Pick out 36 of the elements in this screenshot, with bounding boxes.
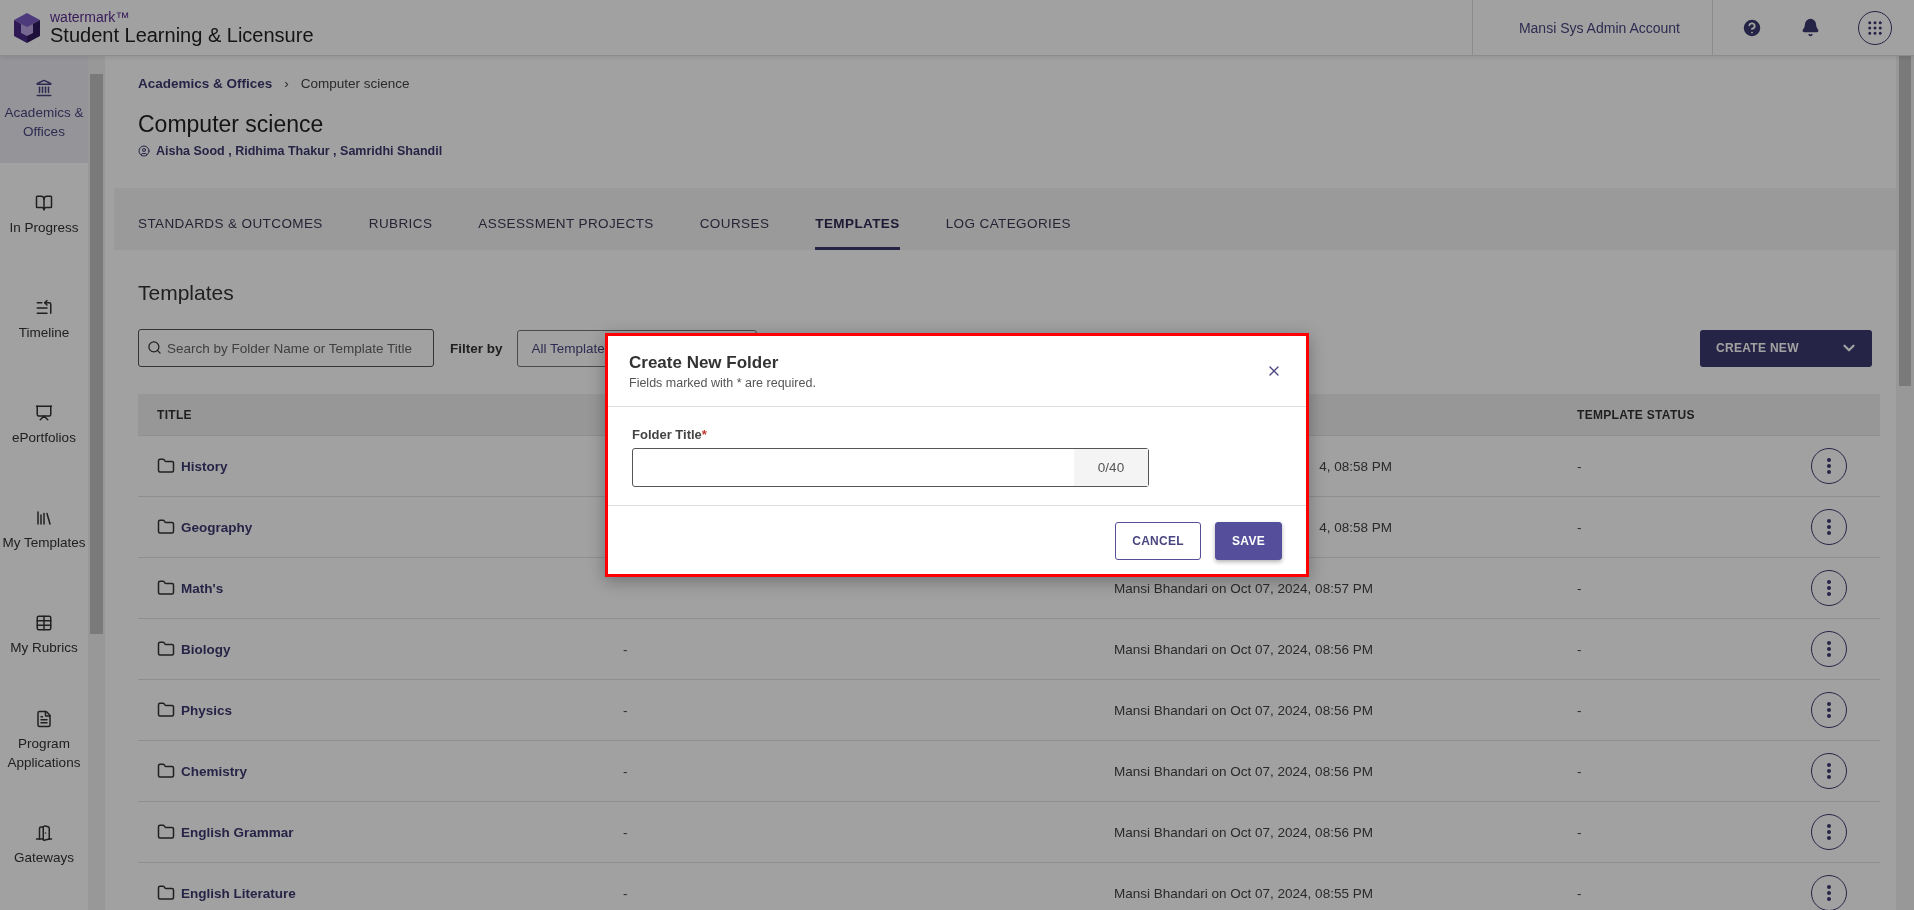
field-label: Folder Title xyxy=(632,427,702,442)
table-cell-text: - xyxy=(1577,824,1583,840)
table-cell-text: - xyxy=(1577,702,1583,718)
dialog-title: Create New Folder xyxy=(629,353,780,373)
brand-name: watermark™ xyxy=(50,10,131,24)
table-cell: 4, 08:58 PM xyxy=(1319,459,1392,474)
table-cell-text: - xyxy=(1577,885,1583,901)
table-cell-text: - xyxy=(1577,458,1583,474)
page-title: Computer science xyxy=(138,111,325,138)
table-cell-text: - xyxy=(1577,580,1583,596)
table-cell-text: - xyxy=(623,885,629,901)
table-cell-text: Mansi Bhandari on Oct 07, 2024, 08:56 PM xyxy=(1114,641,1374,657)
table-cell-text: - xyxy=(623,641,629,657)
breadcrumb-current: Computer science xyxy=(300,76,410,91)
column-header: TEMPLATE STATUS xyxy=(1577,407,1696,422)
section-title: Templates xyxy=(138,281,235,305)
table-cell-text: Mansi Bhandari on Oct 07, 2024, 08:56 PM xyxy=(1114,824,1374,840)
table-cell-text: - xyxy=(623,763,629,779)
filter-label: Filter by xyxy=(450,340,503,356)
character-counter: 0/40 xyxy=(1074,449,1148,486)
table-cell-text: Mansi Bhandari on Oct 07, 2024, 08:57 PM xyxy=(1114,580,1374,596)
table-cell-text: Mansi Bhandari on Oct 07, 2024, 08:55 PM xyxy=(1114,885,1374,901)
table-cell-text: Mansi Bhandari on Oct 07, 2024, 08:56 PM xyxy=(1114,702,1374,718)
table-cell: 4, 08:58 PM xyxy=(1319,520,1392,535)
table-cell-text: - xyxy=(1577,763,1583,779)
table-cell-text: Mansi Bhandari on Oct 07, 2024, 08:56 PM xyxy=(1114,763,1374,779)
dialog-subtitle: Fields marked with * are required. xyxy=(629,376,816,390)
table-cell-text: - xyxy=(623,702,629,718)
required-mark: * xyxy=(701,427,707,442)
product-name: Student Learning & Licensure xyxy=(50,25,314,45)
column-header: TITLE xyxy=(157,407,193,422)
table-cell-text: - xyxy=(1577,519,1583,535)
table-cell-text: - xyxy=(623,824,629,840)
breadcrumb-separator: › xyxy=(284,76,289,91)
member-list: Aisha Sood , Ridhima Thakur , Samridhi Shandil xyxy=(156,144,443,158)
table-cell-text: - xyxy=(1577,641,1583,657)
